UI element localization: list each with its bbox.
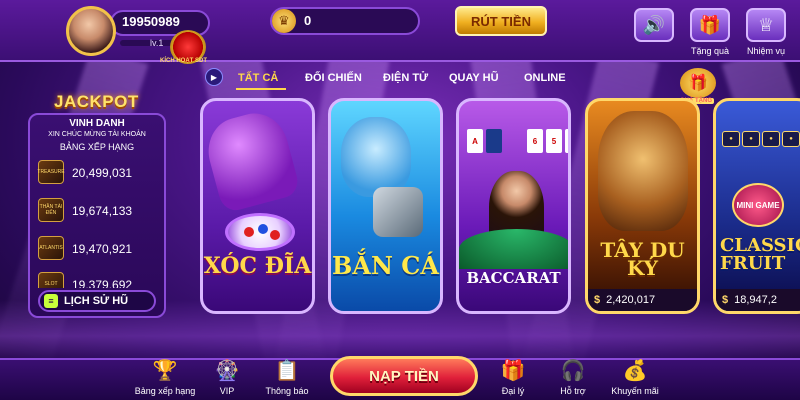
agent-gift-icon: 🎁 — [500, 359, 526, 382]
game-title: BẮN CÁ — [332, 251, 439, 280]
game-card-xoc-dia[interactable]: XÓC ĐĨA — [200, 98, 315, 314]
tab-slots[interactable]: QUAY HŨ — [449, 72, 499, 84]
withdraw-button[interactable]: RÚT TIỀN — [455, 6, 547, 36]
sound-button[interactable]: 🔊 — [634, 8, 674, 42]
cannon-illustration — [373, 187, 423, 237]
jackpot-row: ATLANTIS 19,470,921 — [38, 236, 163, 262]
jackpot-value: 20,499,031 — [72, 166, 133, 180]
game-thumbnail: SLOT — [38, 272, 64, 288]
trophy-icon: 🏆 — [152, 359, 178, 382]
notice-icon: 📋 — [274, 359, 300, 382]
dollar-icon: $ — [722, 294, 729, 306]
game-jackpot-bar: $ 18,947,2 — [716, 289, 800, 311]
promo-coin-icon: 💰 — [622, 359, 648, 382]
game-card-tay-du-ky[interactable]: TÂY DU KÝ $ 2,420,017 — [585, 98, 700, 314]
nav-support[interactable]: 🎧 Hỗ trợ — [538, 356, 608, 397]
game-title: CLASSIC FRUIT — [720, 235, 800, 274]
table-illustration — [459, 229, 568, 269]
mission-button[interactable]: ♕ — [746, 8, 786, 42]
jackpot-row: THẦN TÀI ĐẾN 19,674,133 — [38, 198, 163, 224]
monkey-king-illustration — [598, 111, 688, 231]
gift-label: Tặng quà — [690, 46, 730, 56]
game-thumbnail: ATLANTIS — [38, 236, 64, 260]
balance-value: 0 — [304, 13, 312, 28]
mission-label: Nhiệm vụ — [746, 46, 785, 56]
history-icon: ≡ — [44, 294, 58, 308]
nav-notice-label: Thông báo — [265, 386, 309, 396]
avatar[interactable] — [66, 6, 116, 56]
bowl-illustration — [203, 106, 302, 214]
game-title: TÂY DU KÝ — [600, 238, 685, 280]
nav-promo[interactable]: 💰 Khuyến mãi — [600, 356, 670, 397]
nav-promo-label: Khuyến mãi — [611, 386, 659, 396]
slot-reels: ● ● ● ● — [722, 131, 800, 147]
support-icon: 🎧 — [560, 359, 586, 382]
crown-coin-icon: ♛ — [272, 9, 296, 33]
game-title: BACCARAT — [466, 269, 561, 287]
game-card-ban-ca[interactable]: BẮN CÁ — [328, 98, 443, 314]
speaker-icon: 🔊 — [642, 14, 666, 35]
tab-electronic[interactable]: ĐIỆN TỬ — [383, 72, 428, 84]
jackpot-value: 19,379,692 — [72, 278, 133, 288]
active-tab-underline — [236, 88, 286, 90]
plate-illustration — [225, 213, 295, 251]
jackpot-value: 19,674,133 — [72, 204, 133, 218]
jackpot-history-button[interactable]: ≡ LỊCH SỬ HŨ — [38, 290, 156, 312]
game-thumbnail: TREASURE — [37, 160, 65, 184]
crown-icon: ♕ — [757, 14, 775, 35]
mini-game-badge: MINI GAME — [732, 183, 784, 227]
gift-promo-icon[interactable]: 🎁 — [680, 68, 716, 98]
nav-notice[interactable]: 📋 Thông báo — [252, 356, 322, 397]
user-level: lv.1 — [150, 38, 164, 48]
game-jackpot-value: 2,420,017 — [606, 294, 656, 306]
jackpot-row: SLOT 19,379,692 — [38, 272, 163, 288]
username: 19950989 — [122, 14, 180, 29]
nav-support-label: Hỗ trợ — [560, 386, 586, 396]
deposit-button[interactable]: NẠP TIỀN — [330, 356, 478, 396]
game-card-baccarat[interactable]: A 655 BACCARAT — [456, 98, 571, 314]
jackpot-rank-label: BẢNG XẾP HẠNG — [59, 142, 135, 152]
gift-button[interactable]: 🎁 — [690, 8, 730, 42]
jackpot-value: 19,470,921 — [72, 242, 133, 256]
dollar-icon: $ — [594, 294, 601, 306]
vip-wheel-icon: 🎡 — [214, 359, 240, 382]
jackpot-history-label: LỊCH SỬ HŨ — [64, 295, 129, 307]
shark-illustration — [341, 117, 411, 197]
nav-ranking-label: Bảng xếp hạng — [134, 386, 196, 396]
activate-phone-badge-label: KÍCH HOẠT SĐT — [160, 58, 207, 64]
nav-ranking[interactable]: 🏆 Bảng xếp hạng — [130, 356, 200, 397]
gift-icon: 🎁 — [698, 14, 722, 35]
jackpot-row: TREASURE 20,499,031 — [37, 160, 163, 186]
game-thumbnail: THẦN TÀI ĐẾN — [38, 198, 64, 222]
tab-online[interactable]: ONLINE — [524, 72, 566, 84]
jackpot-subheading: XIN CHÚC MỪNG TÀI KHOẢN — [48, 131, 146, 138]
game-jackpot-bar: $ 2,420,017 — [588, 289, 697, 311]
playing-cards: A 655 — [467, 129, 568, 153]
jackpot-title: JACKPOT — [54, 92, 139, 111]
game-card-classic-fruit[interactable]: ●●●● MINI GAME CLASSIC FRUIT $ 18,947,2 — [713, 98, 800, 314]
tab-all[interactable]: TẤT CẢ — [238, 72, 278, 84]
game-title: XÓC ĐĨA — [203, 253, 312, 279]
play-icon[interactable]: ▶ — [205, 68, 223, 86]
jackpot-heading: VINH DANH — [69, 118, 125, 129]
tab-pvp[interactable]: ĐỐI CHIẾN — [305, 72, 362, 84]
game-jackpot-value: 18,947,2 — [734, 294, 777, 306]
